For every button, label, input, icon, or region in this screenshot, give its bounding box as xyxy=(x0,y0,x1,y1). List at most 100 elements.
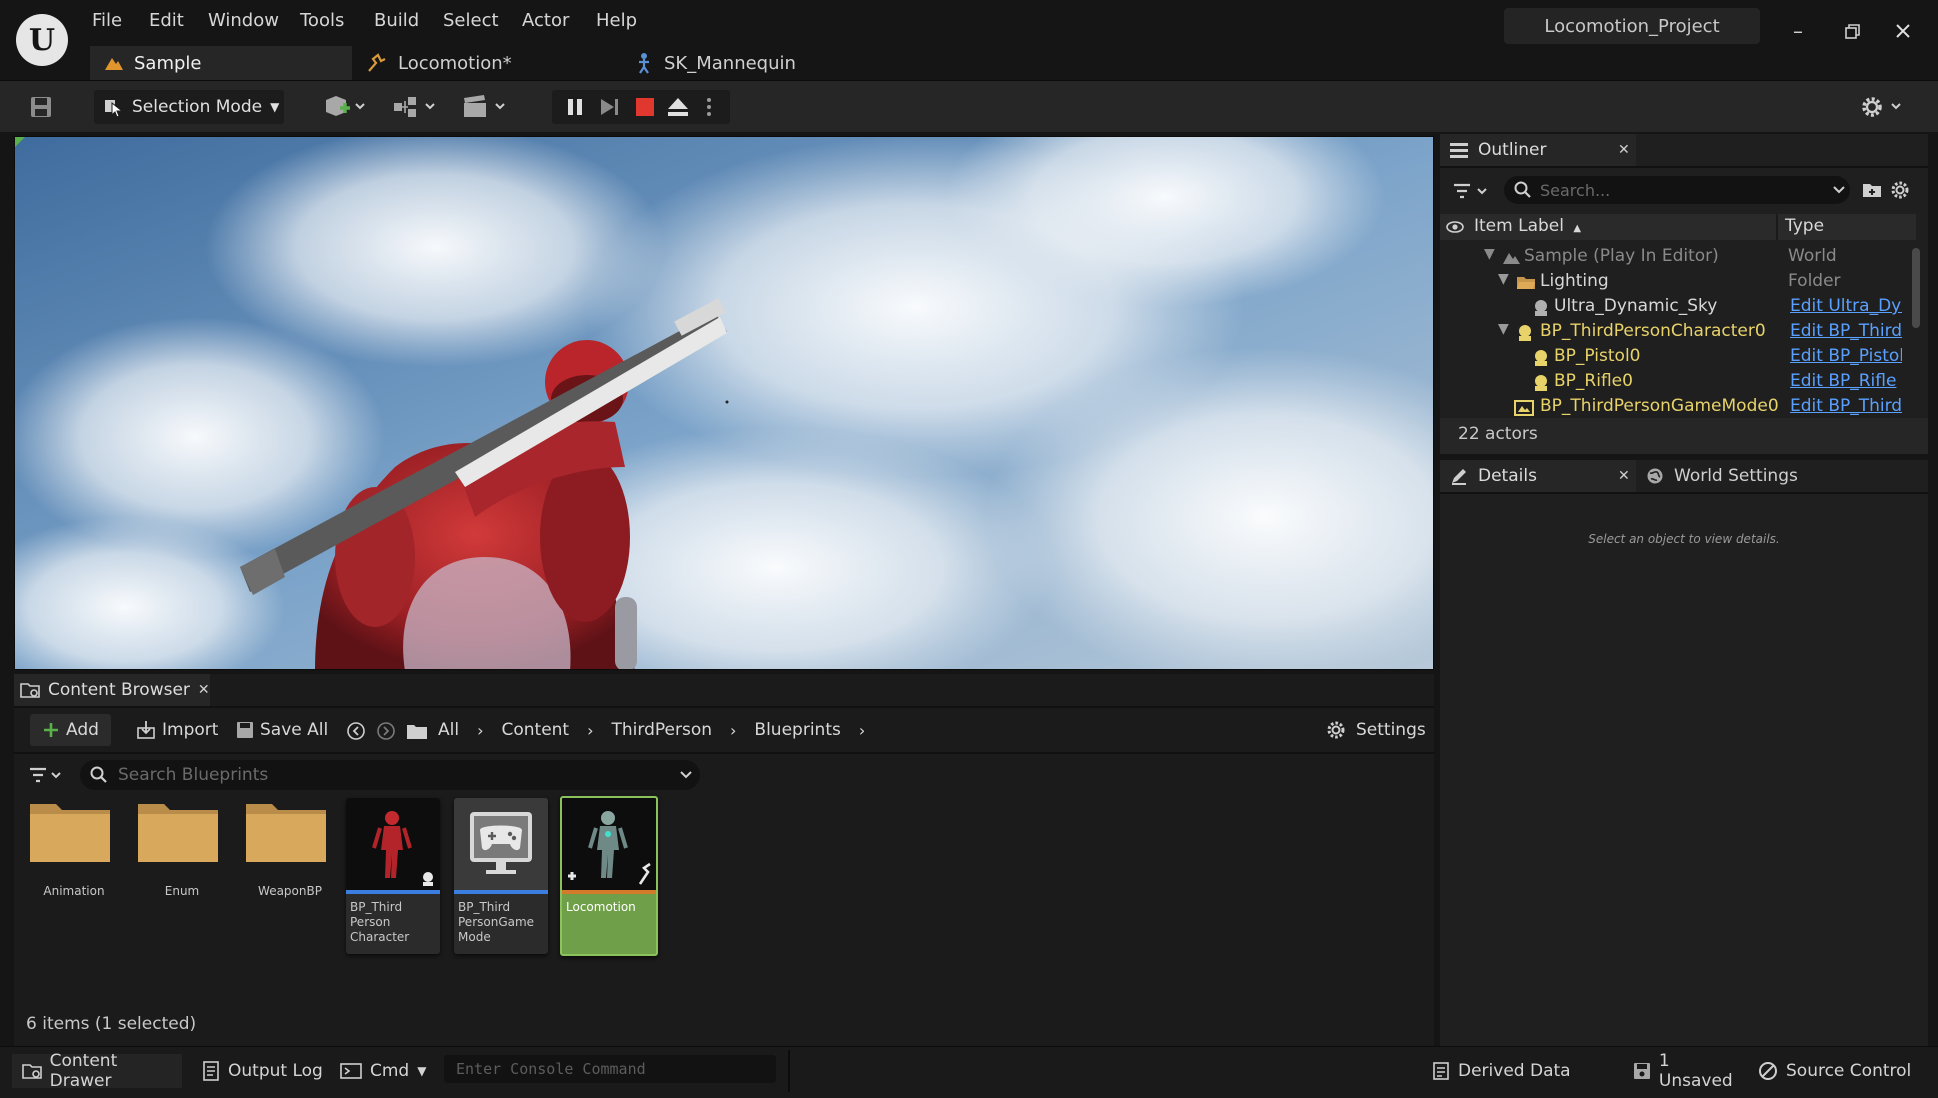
eye-icon[interactable] xyxy=(1446,220,1464,234)
source-control-button[interactable]: Source Control xyxy=(1758,1054,1934,1088)
menu-select[interactable]: Select xyxy=(443,10,499,31)
more-options-icon[interactable] xyxy=(704,96,714,118)
breadcrumb-thirdperson[interactable]: ThirdPerson xyxy=(612,720,713,740)
close-window-button[interactable] xyxy=(1888,16,1918,46)
save-icon[interactable] xyxy=(28,94,56,122)
tree-row-type-link[interactable]: Edit BP_Thirdl xyxy=(1790,396,1902,416)
filter-button[interactable] xyxy=(28,764,68,786)
tree-row[interactable]: Ultra_Dynamic_Sky Edit Ultra_Dyr xyxy=(1440,296,1910,321)
unsaved-icon xyxy=(1634,1063,1650,1079)
unsaved-button[interactable]: 1 Unsaved xyxy=(1632,1051,1744,1091)
menu-actor[interactable]: Actor xyxy=(522,10,569,31)
folder-tile[interactable]: WeaponBP xyxy=(244,798,336,954)
menu-tools[interactable]: Tools xyxy=(300,10,344,31)
asset-tile-bp-third-person-game-mode[interactable]: BP_Third PersonGame Mode xyxy=(454,798,548,954)
console-command-input[interactable]: Enter Console Command xyxy=(444,1055,776,1083)
cmd-dropdown[interactable]: Cmd ▼ xyxy=(340,1054,436,1088)
globe-icon xyxy=(1647,468,1663,484)
new-folder-icon[interactable] xyxy=(1862,180,1882,200)
filter-button[interactable] xyxy=(1452,180,1494,202)
close-icon[interactable]: ✕ xyxy=(1618,142,1630,158)
derived-data-button[interactable]: Derived Data xyxy=(1432,1054,1592,1088)
breadcrumb-all[interactable]: All xyxy=(438,720,459,740)
content-search-input[interactable]: Search Blueprints xyxy=(80,760,700,790)
content-settings-button[interactable]: Settings xyxy=(1326,714,1426,746)
close-icon[interactable]: ✕ xyxy=(198,682,210,698)
expand-arrow-icon[interactable]: ▼ xyxy=(1498,321,1509,337)
menu-window[interactable]: Window xyxy=(208,10,279,31)
settings-button[interactable] xyxy=(1858,92,1908,122)
tree-row-type-link[interactable]: Edit Ultra_Dyr xyxy=(1790,296,1902,316)
actor-icon xyxy=(1535,350,1547,366)
import-button[interactable]: Import xyxy=(136,714,218,746)
pause-icon[interactable] xyxy=(564,96,586,118)
close-icon[interactable]: ✕ xyxy=(1618,468,1630,484)
outliner-panel: Outliner ✕ Search... Item Label ▲ Type ▼… xyxy=(1440,134,1928,454)
tree-row-type-link[interactable]: Edit BP_Rifle xyxy=(1790,371,1902,391)
folder-tile[interactable]: Animation xyxy=(28,798,120,954)
plus-icon xyxy=(44,723,58,737)
tab-content-browser[interactable]: Content Browser ✕ xyxy=(14,674,210,706)
chevron-right-icon[interactable]: › xyxy=(730,721,736,740)
asset-tile-bp-third-person-character[interactable]: BP_Third Person Character xyxy=(346,798,440,954)
expand-arrow-icon[interactable]: ▼ xyxy=(1484,246,1495,262)
chevron-right-icon[interactable]: › xyxy=(859,721,865,740)
restore-button[interactable] xyxy=(1836,16,1866,46)
tab-locomotion[interactable]: Locomotion* xyxy=(352,46,612,80)
actor-icon xyxy=(1519,325,1531,341)
tab-outliner[interactable]: Outliner ✕ xyxy=(1440,134,1636,166)
viewport-scene xyxy=(15,137,1433,669)
menu-file[interactable]: File xyxy=(92,10,122,31)
add-button[interactable]: Add xyxy=(30,714,111,746)
outliner-scrollbar[interactable] xyxy=(1912,248,1920,328)
tab-world-settings[interactable]: World Settings xyxy=(1646,460,1798,492)
save-icon xyxy=(237,722,253,738)
level-viewport[interactable] xyxy=(14,136,1434,670)
tree-row[interactable]: ▼ Lighting Folder xyxy=(1440,271,1910,296)
selection-mode-dropdown[interactable]: Selection Mode ▼ xyxy=(94,90,284,124)
column-type[interactable]: Type xyxy=(1785,216,1824,236)
add-actor-button[interactable] xyxy=(322,92,372,122)
chevron-right-icon[interactable]: › xyxy=(477,721,483,740)
tree-row-type-link[interactable]: Edit BP_Thirdl xyxy=(1790,321,1902,341)
content-browser-icon xyxy=(20,683,40,698)
tree-row-type: Folder xyxy=(1788,271,1841,291)
output-log-button[interactable]: Output Log xyxy=(194,1054,324,1088)
breadcrumb-content[interactable]: Content xyxy=(501,720,569,740)
content-drawer-button[interactable]: Content Drawer xyxy=(12,1051,182,1091)
folder-label: Animation xyxy=(43,884,105,898)
history-forward-icon[interactable] xyxy=(376,721,396,741)
unreal-logo-icon[interactable]: U xyxy=(16,14,68,66)
blueprint-button[interactable] xyxy=(392,92,442,122)
minimize-button[interactable]: – xyxy=(1783,16,1813,46)
folder-icon[interactable] xyxy=(406,722,428,740)
stop-icon[interactable] xyxy=(634,96,656,118)
menu-help[interactable]: Help xyxy=(596,10,637,31)
tree-row[interactable]: ▼ Sample (Play In Editor) World xyxy=(1440,246,1910,271)
step-frame-icon[interactable] xyxy=(598,96,622,118)
outliner-search-input[interactable]: Search... xyxy=(1504,176,1850,204)
eject-icon[interactable] xyxy=(666,96,690,118)
tree-row[interactable]: BP_Pistol0 Edit BP_Pistol xyxy=(1440,346,1910,371)
menu-edit[interactable]: Edit xyxy=(149,10,184,31)
folder-tile[interactable]: Enum xyxy=(136,798,228,954)
breadcrumb-blueprints[interactable]: Blueprints xyxy=(754,720,840,740)
tab-details[interactable]: Details ✕ xyxy=(1440,460,1636,492)
tree-row-type-link[interactable]: Edit BP_Pistol xyxy=(1790,346,1902,366)
asset-tile-locomotion[interactable]: Locomotion xyxy=(560,796,658,956)
tree-row[interactable]: BP_Rifle0 Edit BP_Rifle xyxy=(1440,371,1910,396)
history-back-icon[interactable] xyxy=(346,721,366,741)
gear-icon[interactable] xyxy=(1890,180,1910,200)
tree-row-label: Ultra_Dynamic_Sky xyxy=(1554,296,1718,316)
save-all-button[interactable]: Save All xyxy=(236,714,328,746)
menu-build[interactable]: Build xyxy=(374,10,419,31)
chevron-right-icon[interactable]: › xyxy=(587,721,593,740)
tab-sample[interactable]: Sample xyxy=(90,46,352,80)
column-item-label[interactable]: Item Label ▲ xyxy=(1474,216,1581,236)
viewport-corner-marker xyxy=(15,137,25,147)
pencil-icon xyxy=(1452,469,1466,485)
expand-arrow-icon[interactable]: ▼ xyxy=(1498,271,1509,287)
cinematics-button[interactable] xyxy=(462,92,512,122)
tab-sk-mannequin[interactable]: SK_Mannequin xyxy=(620,46,840,80)
tree-row[interactable]: ▼ BP_ThirdPersonCharacter0 Edit BP_Third… xyxy=(1440,321,1910,346)
